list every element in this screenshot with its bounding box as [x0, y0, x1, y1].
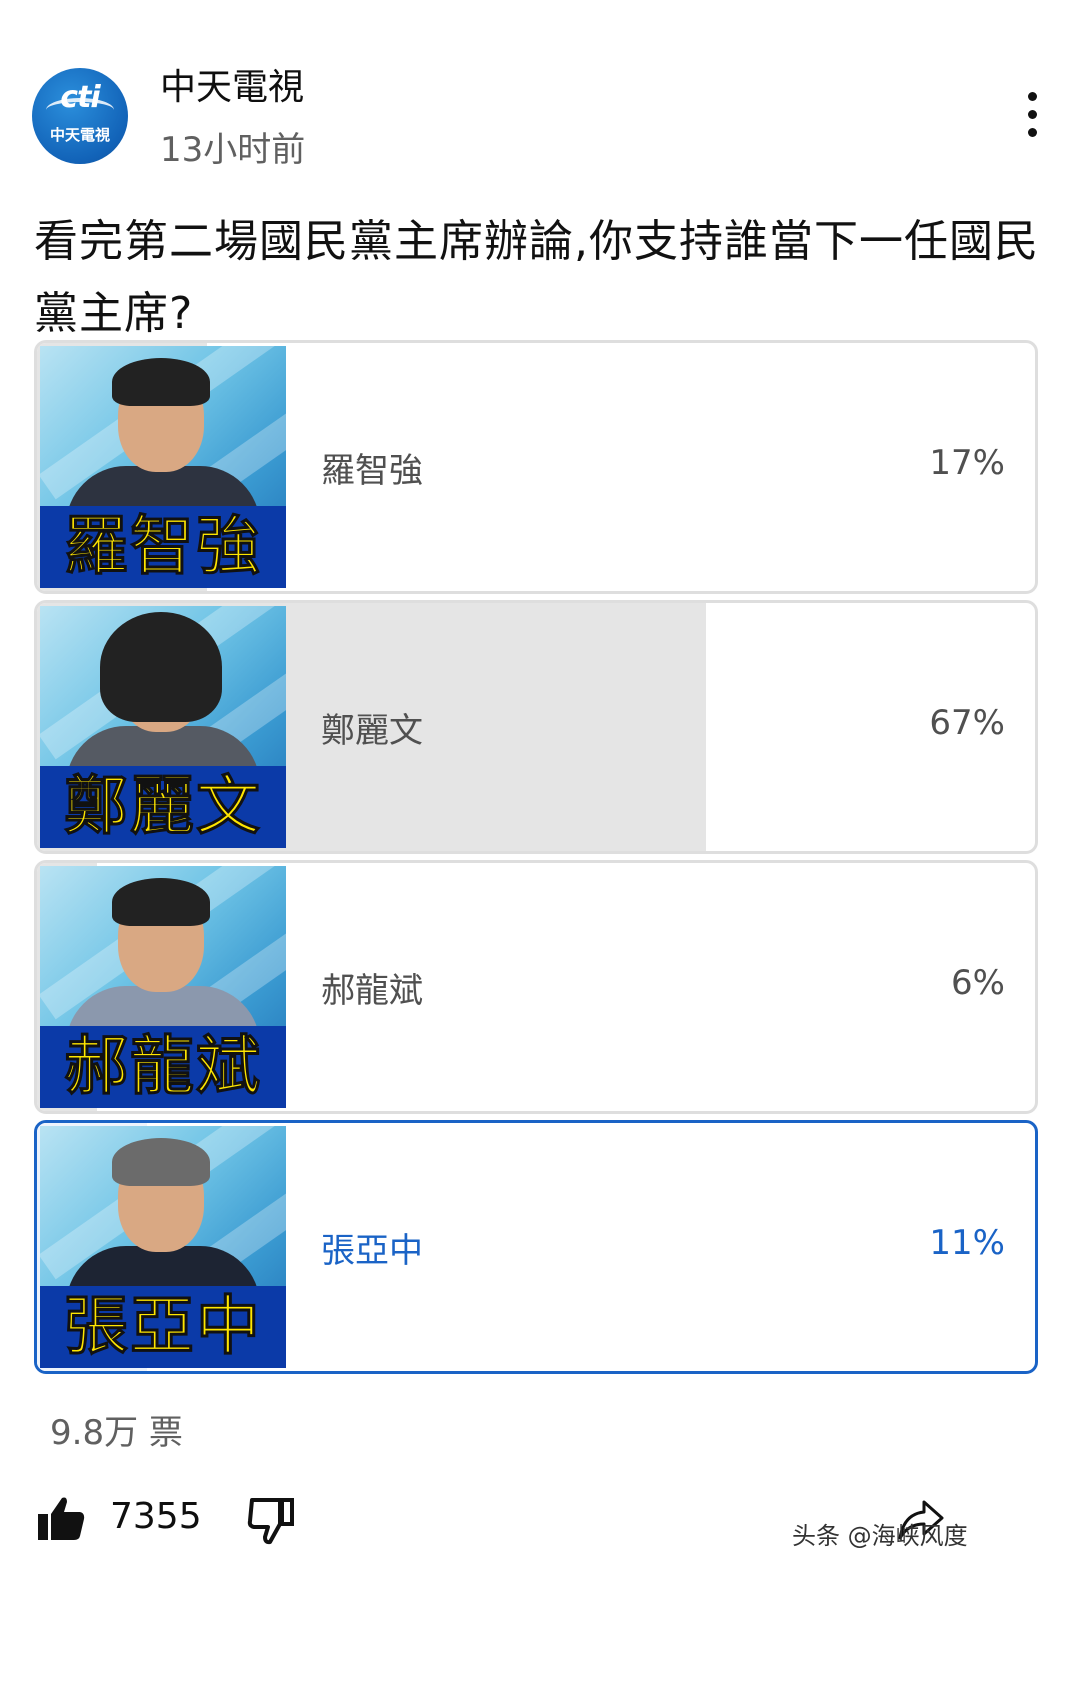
option-label: 郝龍斌: [321, 971, 423, 1011]
option-label: 張亞中: [321, 1231, 423, 1271]
channel-avatar[interactable]: cti 中天電視: [32, 68, 128, 164]
candidate-photo: 郝龍斌: [40, 866, 286, 1108]
channel-name[interactable]: 中天電視: [160, 58, 304, 110]
logo-subtext: 中天電視: [49, 126, 110, 144]
option-percent: 17%: [929, 443, 1005, 483]
thumbs-down-icon[interactable]: [246, 1496, 296, 1546]
watermark: 头条 @海峡风度: [792, 1522, 968, 1550]
candidate-name-banner: 張亞中: [40, 1286, 286, 1368]
candidate-photo: 鄭麗文: [40, 606, 286, 848]
candidate-photo: 羅智強: [40, 346, 286, 588]
option-label: 鄭麗文: [321, 711, 423, 751]
candidate-name-banner: 鄭麗文: [40, 766, 286, 848]
like-count: 7355: [110, 1496, 202, 1537]
poll-option[interactable]: 張亞中 張亞中 11%: [34, 1120, 1038, 1374]
vote-count: 9.8万 票: [50, 1413, 183, 1453]
thumbs-up-icon[interactable]: [36, 1494, 86, 1544]
option-percent: 6%: [951, 963, 1005, 1003]
poll-question: 看完第二場國民黨主席辦論,你支持誰當下一任國民黨主席?: [34, 216, 1039, 339]
post-header: cti 中天電視 中天電視 13小时前: [0, 0, 1080, 170]
candidate-photo: 張亞中: [40, 1126, 286, 1368]
candidate-name-banner: 羅智強: [40, 506, 286, 588]
option-percent: 67%: [929, 703, 1005, 743]
candidate-name-banner: 郝龍斌: [40, 1026, 286, 1108]
poll-option[interactable]: 郝龍斌 郝龍斌 6%: [34, 860, 1038, 1114]
option-label: 羅智強: [321, 451, 423, 491]
more-options-icon[interactable]: [1020, 92, 1044, 138]
post-timestamp: 13小时前: [160, 130, 306, 170]
poll-option[interactable]: 鄭麗文 鄭麗文 67%: [34, 600, 1038, 854]
poll-option[interactable]: 羅智強 羅智強 17%: [34, 340, 1038, 594]
logo-text: cti: [60, 80, 100, 115]
option-percent: 11%: [929, 1223, 1005, 1263]
